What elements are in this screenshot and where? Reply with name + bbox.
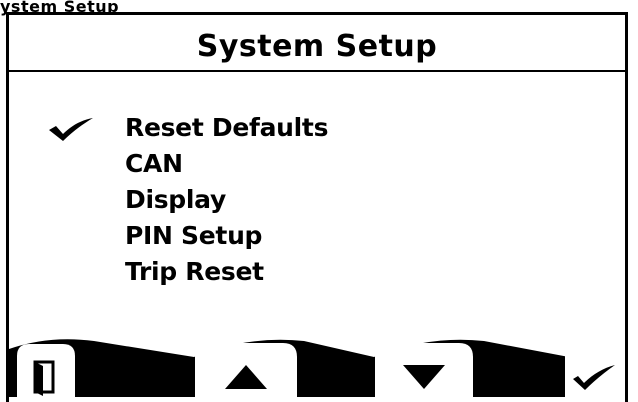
menu-item-pin-setup[interactable]: PIN Setup <box>125 221 262 250</box>
menu-list: Reset Defaults CAN Display PIN Setup Tri… <box>9 113 625 293</box>
softkey-up-button[interactable] <box>195 337 297 398</box>
softkey-exit-button[interactable] <box>17 338 75 398</box>
softkey-bar <box>9 335 625 397</box>
menu-item-trip-reset[interactable]: Trip Reset <box>125 257 264 286</box>
display-screen: System Setup Reset Defaults CAN Display … <box>6 12 628 402</box>
softkey-down-button[interactable] <box>375 337 473 398</box>
title-divider <box>9 70 625 72</box>
menu-item-reset-defaults[interactable]: Reset Defaults <box>125 113 328 142</box>
softkey-select-button[interactable] <box>565 333 625 398</box>
page-title: System Setup <box>196 29 438 64</box>
menu-item-display[interactable]: Display <box>125 185 226 214</box>
menu-item-can[interactable]: CAN <box>125 149 183 178</box>
